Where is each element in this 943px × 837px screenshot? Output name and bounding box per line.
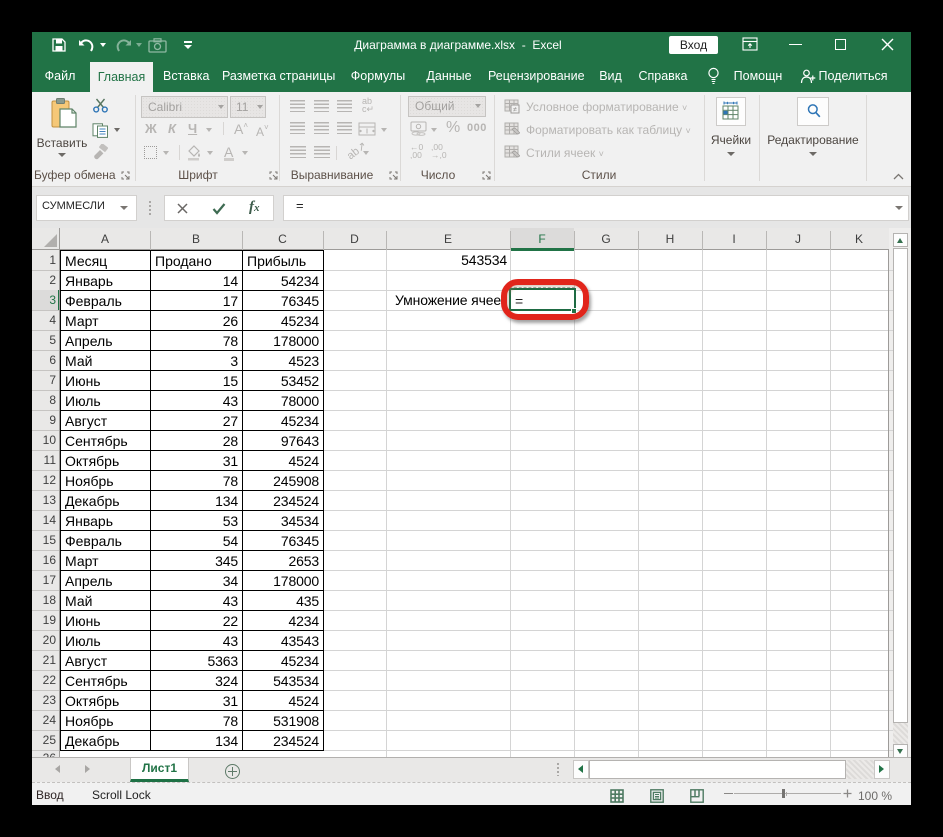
svg-text:≠: ≠	[513, 107, 517, 114]
